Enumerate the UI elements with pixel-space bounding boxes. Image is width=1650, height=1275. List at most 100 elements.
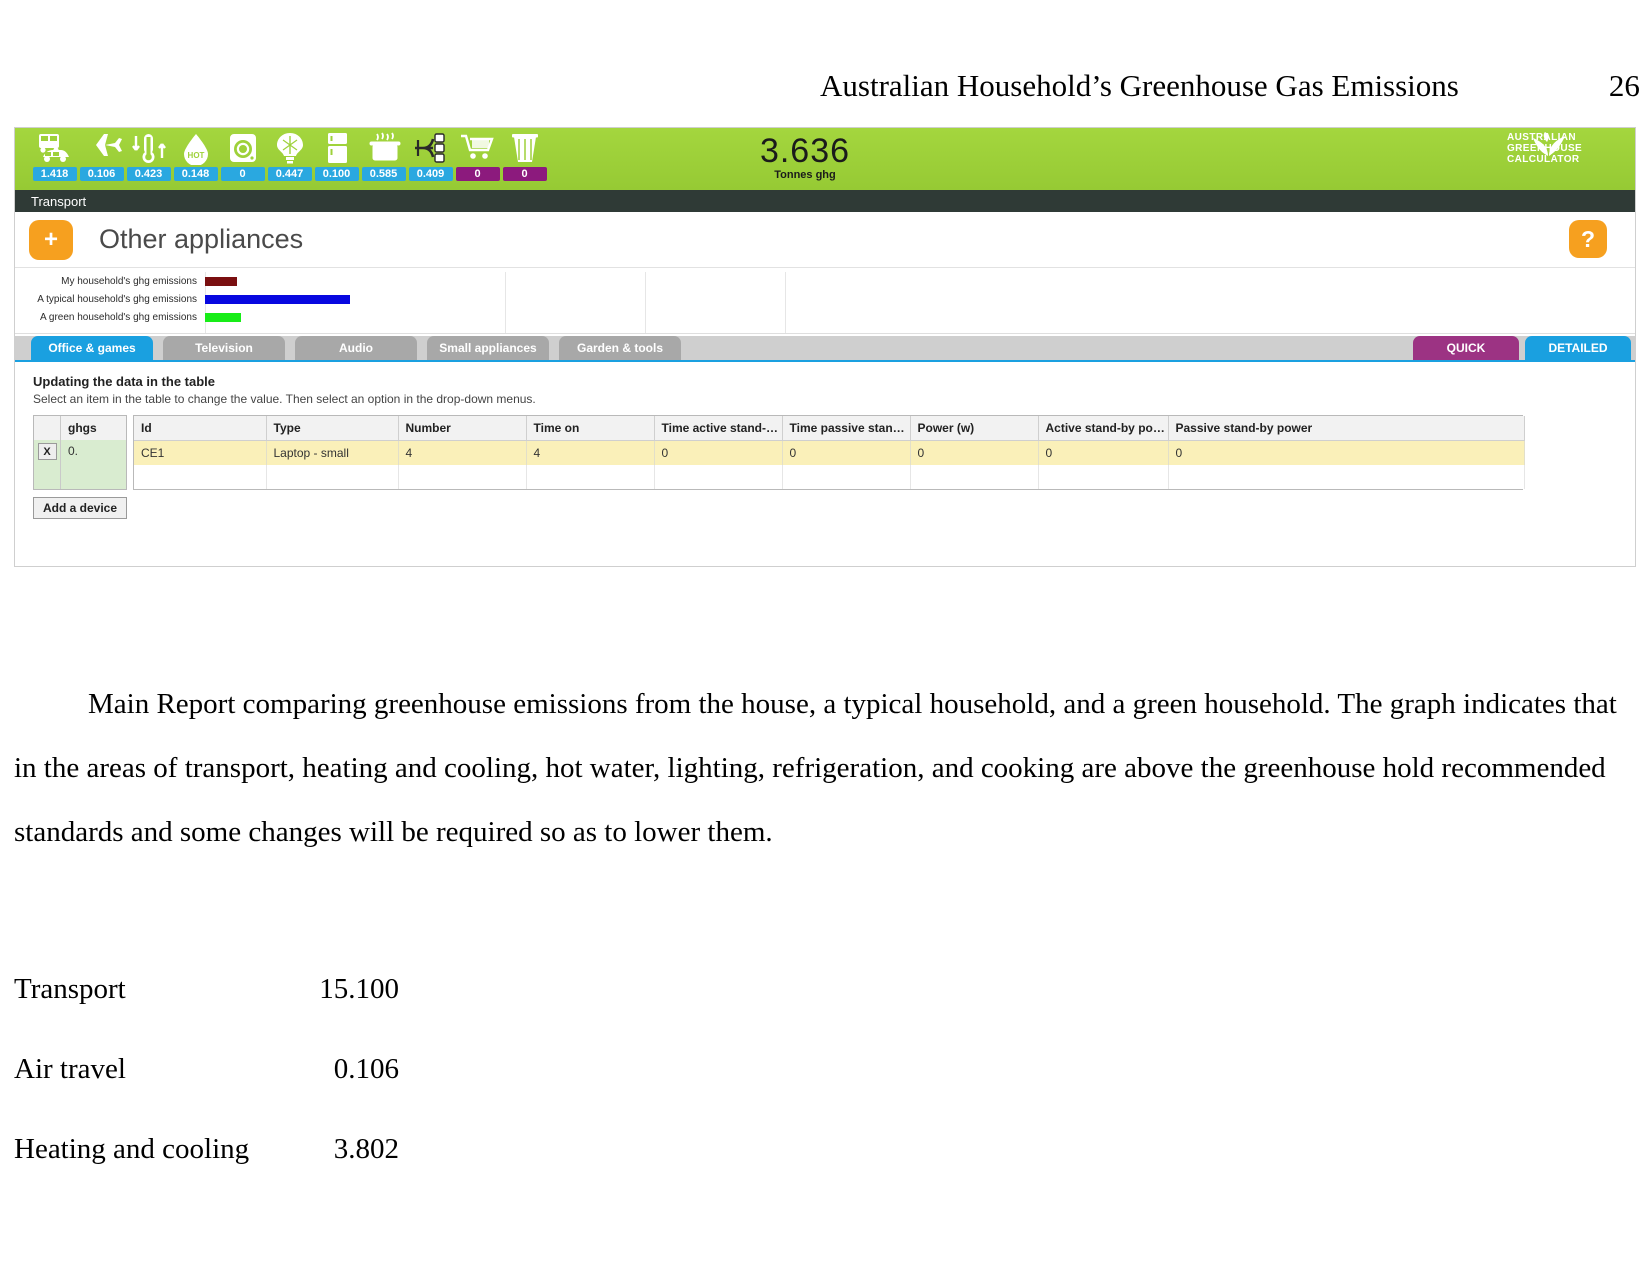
column-header-time-active-standby[interactable]: Time active stand-… bbox=[654, 416, 783, 441]
leaf-icon bbox=[1527, 132, 1569, 163]
column-header-time-passive-standby[interactable]: Time passive stan… bbox=[782, 416, 911, 441]
category-value: 0 bbox=[220, 167, 265, 181]
ghgs-header-row: ghgs bbox=[34, 416, 126, 440]
table-row[interactable]: CE1 Laptop - small 4 4 0 0 0 0 0 bbox=[134, 440, 1525, 465]
category-other-appliances[interactable]: 0.409 bbox=[407, 131, 454, 181]
cell-empty[interactable] bbox=[266, 465, 399, 489]
cell-power[interactable]: 0 bbox=[910, 440, 1039, 465]
refrigerator-icon bbox=[313, 131, 360, 165]
summary-bar: 1.418 0.106 0.423 HOT 0.148 0 0.447 0.10… bbox=[15, 128, 1635, 190]
category-value: 0 bbox=[502, 167, 547, 181]
cell-empty[interactable] bbox=[654, 465, 783, 489]
cell-empty[interactable] bbox=[782, 465, 911, 489]
tab-small-appliances[interactable]: Small appliances bbox=[427, 336, 549, 360]
mode-tabs[interactable]: QUICK DETAILED bbox=[1407, 336, 1631, 360]
breadcrumb-label: Transport bbox=[31, 193, 87, 209]
tab-detailed[interactable]: DETAILED bbox=[1525, 336, 1631, 360]
panel-header: + Other appliances ? bbox=[15, 212, 1635, 268]
row-delete-cell[interactable]: X bbox=[34, 440, 61, 489]
ghgs-body-row: X 0. bbox=[34, 440, 126, 489]
ghgs-header-label: ghgs bbox=[68, 421, 97, 435]
instructions-body: Select an item in the table to change th… bbox=[33, 392, 536, 406]
appliance-table[interactable]: Id Type Number Time on Time active stand… bbox=[133, 415, 1525, 490]
column-header-id[interactable]: Id bbox=[134, 416, 267, 441]
column-header-time-on[interactable]: Time on bbox=[526, 416, 655, 441]
tab-office-and-games[interactable]: Office & games bbox=[31, 336, 153, 360]
cell-time-passive-standby[interactable]: 0 bbox=[782, 440, 911, 465]
emissions-comparison-chart: My household's ghg emissions A typical h… bbox=[15, 272, 1635, 334]
category-air-travel[interactable]: 0.106 bbox=[78, 131, 125, 181]
washing-machine-icon bbox=[219, 131, 266, 165]
table-row-empty[interactable] bbox=[134, 465, 1525, 489]
chart-label: A typical household's ghg emissions bbox=[37, 293, 197, 305]
add-icon[interactable]: + bbox=[29, 219, 73, 260]
tab-television[interactable]: Television bbox=[163, 336, 285, 360]
chart-label: A green household's ghg emissions bbox=[39, 311, 197, 323]
chart-row-green-household: A green household's ghg emissions bbox=[15, 308, 1635, 326]
tab-quick[interactable]: QUICK bbox=[1413, 336, 1519, 360]
ghgs-header-spacer bbox=[34, 416, 61, 440]
delete-row-button[interactable]: X bbox=[37, 443, 57, 460]
tab-label: Small appliances bbox=[439, 341, 537, 355]
cell-time-on[interactable]: 4 bbox=[526, 440, 655, 465]
tab-label: Garden & tools bbox=[576, 341, 663, 355]
appliance-tabs[interactable]: Office & games Television Audio Small ap… bbox=[15, 336, 1635, 362]
cell-empty[interactable] bbox=[398, 465, 527, 489]
greenhouse-calculator-screenshot: 1.418 0.106 0.423 HOT 0.148 0 0.447 0.10… bbox=[14, 127, 1636, 567]
table-section: Updating the data in the table Select an… bbox=[15, 362, 1635, 519]
column-header-power[interactable]: Power (w) bbox=[910, 416, 1039, 441]
cell-id[interactable]: CE1 bbox=[134, 440, 267, 465]
figure-row-heating-cooling: Heating and cooling 3.802 bbox=[14, 1133, 399, 1166]
category-washing[interactable]: 0 bbox=[219, 131, 266, 181]
category-transport[interactable]: 1.418 bbox=[31, 131, 78, 181]
other-appliances-plugs-icon bbox=[407, 131, 454, 165]
category-lighting[interactable]: 0.447 bbox=[266, 131, 313, 181]
tab-audio[interactable]: Audio bbox=[295, 336, 417, 360]
thermometer-heating-cooling-icon bbox=[125, 131, 172, 165]
ghgs-column: ghgs X 0. bbox=[33, 415, 127, 490]
total-emissions-value: 3.636 bbox=[759, 132, 851, 170]
figure-row-air-travel: Air travel 0.106 bbox=[14, 1053, 399, 1086]
category-waste[interactable]: 0 bbox=[501, 131, 548, 181]
tab-garden-and-tools[interactable]: Garden & tools bbox=[559, 336, 681, 360]
category-hot-water[interactable]: HOT 0.148 bbox=[172, 131, 219, 181]
breadcrumb[interactable]: Transport bbox=[15, 190, 1635, 212]
cell-empty[interactable] bbox=[134, 465, 267, 489]
category-shopping[interactable]: 0 bbox=[454, 131, 501, 181]
cell-number[interactable]: 4 bbox=[398, 440, 527, 465]
category-icon-strip[interactable]: 1.418 0.106 0.423 HOT 0.148 0 0.447 0.10… bbox=[15, 128, 548, 181]
cell-type[interactable]: Laptop - small bbox=[266, 440, 399, 465]
column-header-type[interactable]: Type bbox=[266, 416, 399, 441]
column-header-number[interactable]: Number bbox=[398, 416, 527, 441]
add-device-button[interactable]: Add a device bbox=[33, 497, 128, 519]
cell-time-active-standby[interactable]: 0 bbox=[654, 440, 783, 465]
data-grid: ghgs X 0. Id Type Number Time on Time ac… bbox=[33, 415, 1635, 490]
page-title: Australian Household’s Greenhouse Gas Em… bbox=[820, 68, 1459, 103]
cell-empty[interactable] bbox=[526, 465, 655, 489]
column-header-passive-standby-power[interactable]: Passive stand-by power bbox=[1168, 416, 1525, 441]
column-header-active-standby-power[interactable]: Active stand-by po… bbox=[1038, 416, 1169, 441]
help-icon[interactable]: ? bbox=[1569, 220, 1607, 258]
category-cooking[interactable]: 0.585 bbox=[360, 131, 407, 181]
cell-empty[interactable] bbox=[1038, 465, 1169, 489]
figure-row-transport: Transport 15.100 bbox=[14, 973, 399, 1006]
category-heating-cooling[interactable]: 0.423 bbox=[125, 131, 172, 181]
total-emissions-unit: Tonnes ghg bbox=[774, 169, 836, 181]
category-value: 1.418 bbox=[32, 167, 77, 181]
figure-label: Transport bbox=[14, 973, 126, 1005]
chart-bar-green-household bbox=[205, 312, 241, 322]
category-refrigeration[interactable]: 0.100 bbox=[313, 131, 360, 181]
category-value: 0.409 bbox=[408, 167, 453, 181]
category-value: 0.423 bbox=[126, 167, 171, 181]
light-bulb-icon bbox=[266, 131, 313, 165]
report-paragraph-text: Main Report comparing greenhouse emissio… bbox=[14, 688, 1617, 848]
hot-water-drop-icon: HOT bbox=[172, 131, 219, 165]
tab-label: Television bbox=[195, 341, 253, 355]
cell-active-standby-power[interactable]: 0 bbox=[1038, 440, 1169, 465]
cell-empty[interactable] bbox=[1168, 465, 1525, 489]
total-emissions: 3.636 Tonnes ghg bbox=[715, 134, 895, 181]
document-header: Australian Household’s Greenhouse Gas Em… bbox=[0, 68, 1650, 104]
category-value: 0.106 bbox=[79, 167, 124, 181]
cell-passive-standby-power[interactable]: 0 bbox=[1168, 440, 1525, 465]
cell-empty[interactable] bbox=[910, 465, 1039, 489]
